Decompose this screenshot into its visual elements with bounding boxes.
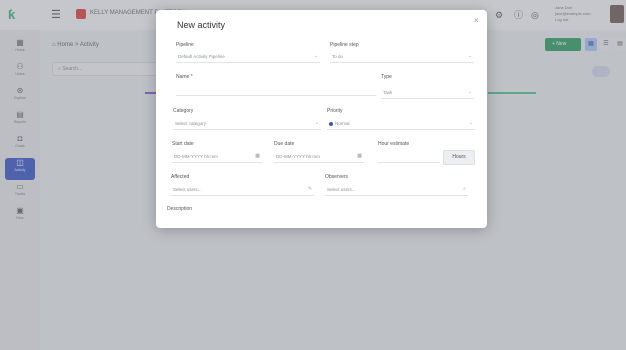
start-date-input[interactable]: DD-MM-YYYY hh:mm ▦	[172, 152, 262, 163]
chevron-down-icon: ⌄	[314, 120, 319, 126]
hour-estimate-input[interactable]	[378, 152, 440, 163]
chevron-down-icon: ⌄	[467, 89, 472, 95]
edit-icon: ✎	[307, 186, 312, 192]
calendar-icon[interactable]: ▦	[255, 153, 260, 159]
pipeline-select[interactable]: Default Activity Pipeline ⌄	[176, 52, 320, 63]
affected-select[interactable]: Select users... ✎	[171, 185, 314, 196]
observers-label: Observers	[325, 174, 349, 180]
pipeline-step-label: Pipeline step	[330, 42, 359, 48]
hours-unit-button[interactable]: Hours	[443, 150, 475, 165]
new-activity-modal: New activity × Pipeline Default Activity…	[156, 10, 487, 228]
chevron-down-icon: ⌄	[313, 53, 318, 59]
chevron-down-icon: ⌄	[468, 120, 473, 126]
type-label: Type	[381, 74, 392, 80]
category-select[interactable]: Select category ⌄	[173, 119, 321, 130]
search-icon: ⌕	[463, 186, 466, 192]
priority-dot-icon	[329, 121, 333, 126]
name-label: Name *	[176, 74, 193, 80]
priority-label: Priority	[327, 108, 343, 114]
name-input[interactable]	[176, 85, 376, 96]
modal-title: New activity	[177, 20, 226, 30]
close-icon[interactable]: ×	[474, 16, 479, 26]
affected-label: Affected	[171, 174, 190, 180]
priority-select[interactable]: Normal ⌄	[327, 119, 475, 130]
chevron-down-icon: ⌄	[467, 53, 472, 59]
pipeline-step-select[interactable]: To do ⌄	[330, 52, 474, 63]
observers-select[interactable]: Select users... ⌕	[325, 185, 468, 196]
description-label: Description	[167, 206, 193, 212]
category-label: Category	[173, 108, 194, 114]
type-select[interactable]: Task ⌄	[381, 88, 474, 99]
due-date-input[interactable]: DD-MM-YYYY hh:mm ▦	[274, 152, 364, 163]
calendar-icon[interactable]: ▦	[357, 153, 362, 159]
start-date-label: Start date	[172, 141, 194, 147]
due-date-label: Due date	[274, 141, 295, 147]
pipeline-label: Pipeline	[176, 42, 194, 48]
hour-estimate-label: Hour estimate	[378, 141, 410, 147]
